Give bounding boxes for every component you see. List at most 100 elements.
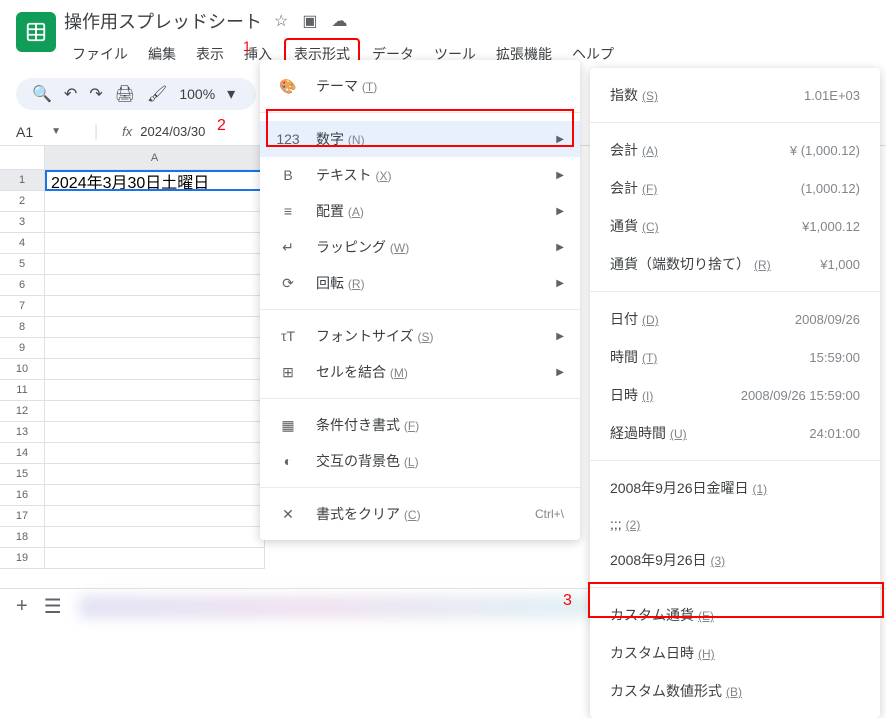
cell[interactable] bbox=[45, 506, 265, 527]
menu-item-icon: ⟳ bbox=[276, 275, 300, 292]
add-sheet-icon[interactable]: + bbox=[16, 595, 28, 618]
submenu-value: 24:01:00 bbox=[809, 426, 860, 441]
cell[interactable] bbox=[45, 338, 265, 359]
formula-value[interactable]: 2024/03/30 bbox=[140, 124, 205, 139]
submenu-item[interactable]: カスタム日時 (H) bbox=[590, 634, 880, 672]
menu-item[interactable]: 123数字 (N)▶ bbox=[260, 121, 580, 157]
row-header[interactable]: 2 bbox=[0, 191, 45, 212]
submenu-item[interactable]: カスタム通貨 (E) bbox=[590, 596, 880, 634]
submenu-item[interactable]: カスタム数値形式 (B) bbox=[590, 672, 880, 710]
submenu-label: 通貨（端数切り捨て） (R) bbox=[610, 254, 771, 274]
menu-item[interactable]: ≡配置 (A)▶ bbox=[260, 193, 580, 229]
cell[interactable] bbox=[45, 254, 265, 275]
row-header[interactable]: 1 bbox=[0, 170, 45, 191]
row-header[interactable]: 7 bbox=[0, 296, 45, 317]
row-header[interactable]: 8 bbox=[0, 317, 45, 338]
redo-icon[interactable]: ↷ bbox=[89, 84, 102, 104]
cell[interactable] bbox=[45, 275, 265, 296]
zoom-dropdown-icon[interactable]: ▾ bbox=[227, 84, 235, 104]
submenu-value: ¥1,000 bbox=[820, 257, 860, 272]
name-box[interactable]: A1 ▼ bbox=[16, 124, 86, 140]
document-title[interactable]: 操作用スプレッドシート bbox=[64, 8, 262, 34]
cell[interactable] bbox=[45, 380, 265, 401]
paint-format-icon[interactable]: 🖌 bbox=[147, 84, 167, 104]
row-header[interactable]: 5 bbox=[0, 254, 45, 275]
cell-a1[interactable]: 2024年3月30日土曜日 bbox=[45, 170, 265, 191]
menu-edit[interactable]: 編集 bbox=[140, 40, 184, 68]
row-header[interactable]: 16 bbox=[0, 485, 45, 506]
submenu-item[interactable]: 会計 (A)¥ (1,000.12) bbox=[590, 131, 880, 169]
submenu-label: 会計 (F) bbox=[610, 178, 657, 198]
submenu-label: 指数 (S) bbox=[610, 85, 658, 105]
menu-item[interactable]: ⟳回転 (R)▶ bbox=[260, 265, 580, 301]
menu-view[interactable]: 表示 bbox=[188, 40, 232, 68]
star-icon[interactable]: ☆ bbox=[274, 11, 288, 31]
row-header[interactable]: 15 bbox=[0, 464, 45, 485]
cell[interactable] bbox=[45, 359, 265, 380]
menu-file[interactable]: ファイル bbox=[64, 40, 136, 68]
cell[interactable] bbox=[45, 296, 265, 317]
row-header[interactable]: 13 bbox=[0, 422, 45, 443]
print-icon[interactable]: 🖨 bbox=[115, 84, 135, 104]
menu-item[interactable]: ↵ラッピング (W)▶ bbox=[260, 229, 580, 265]
menu-item[interactable]: Bテキスト (X)▶ bbox=[260, 157, 580, 193]
row-header[interactable]: 3 bbox=[0, 212, 45, 233]
annotation-3: 3 bbox=[563, 592, 572, 610]
submenu-item[interactable]: 会計 (F)(1,000.12) bbox=[590, 169, 880, 207]
row-header[interactable]: 19 bbox=[0, 548, 45, 569]
submenu-item[interactable]: 通貨（端数切り捨て） (R) ¥1,000 bbox=[590, 245, 880, 283]
col-header-a[interactable]: A bbox=[45, 146, 265, 170]
cell[interactable] bbox=[45, 443, 265, 464]
submenu-item[interactable]: 2008年9月26日金曜日 (1) bbox=[590, 469, 880, 507]
cell[interactable] bbox=[45, 191, 265, 212]
all-sheets-icon[interactable]: ☰ bbox=[44, 594, 62, 619]
cell[interactable] bbox=[45, 317, 265, 338]
cell[interactable] bbox=[45, 548, 265, 569]
row-header[interactable]: 17 bbox=[0, 506, 45, 527]
toolbar: 🔍 ↶ ↷ 🖨 🖌 100% ▾ bbox=[16, 78, 256, 110]
row-header[interactable]: 12 bbox=[0, 401, 45, 422]
cell[interactable] bbox=[45, 422, 265, 443]
row-header[interactable]: 10 bbox=[0, 359, 45, 380]
menu-item[interactable]: ⊞セルを結合 (M)▶ bbox=[260, 354, 580, 390]
submenu-item[interactable]: 時間 (T)15:59:00 bbox=[590, 338, 880, 376]
submenu-item[interactable]: 経過時間 (U)24:01:00 bbox=[590, 414, 880, 452]
namebox-dropdown-icon[interactable]: ▼ bbox=[51, 126, 61, 137]
submenu-item[interactable]: 通貨 (C)¥1,000.12 bbox=[590, 207, 880, 245]
menu-item[interactable]: 🎨テーマ (T) bbox=[260, 68, 580, 104]
submenu-item[interactable]: ;;; (2) bbox=[590, 507, 880, 541]
row-header[interactable]: 9 bbox=[0, 338, 45, 359]
cell[interactable] bbox=[45, 527, 265, 548]
row-header[interactable]: 6 bbox=[0, 275, 45, 296]
menu-item[interactable]: ▦条件付き書式 (F) bbox=[260, 407, 580, 443]
menu-item-icon: 🎨 bbox=[276, 78, 300, 95]
menu-item[interactable]: ✕書式をクリア (C)Ctrl+\ bbox=[260, 496, 580, 532]
menu-item[interactable]: ◐交互の背景色 (L) bbox=[260, 443, 580, 479]
move-icon[interactable]: ▣ bbox=[302, 11, 317, 31]
submenu-item[interactable]: 日時 (I)2008/09/26 15:59:00 bbox=[590, 376, 880, 414]
submenu-item[interactable]: 2008年9月26日 (3) bbox=[590, 541, 880, 579]
submenu-label: 2008年9月26日金曜日 (1) bbox=[610, 478, 767, 498]
select-all-corner[interactable] bbox=[0, 146, 45, 170]
cell[interactable] bbox=[45, 485, 265, 506]
row-header[interactable]: 4 bbox=[0, 233, 45, 254]
search-icon[interactable]: 🔍 bbox=[32, 84, 52, 104]
submenu-item[interactable]: 指数 (S)1.01E+03 bbox=[590, 76, 880, 114]
sheets-app-icon[interactable] bbox=[16, 12, 56, 52]
submenu-arrow-icon: ▶ bbox=[556, 170, 564, 181]
submenu-item[interactable]: 日付 (D)2008/09/26 bbox=[590, 300, 880, 338]
row-header[interactable]: 14 bbox=[0, 443, 45, 464]
menu-item[interactable]: τTフォントサイズ (S)▶ bbox=[260, 318, 580, 354]
cell[interactable] bbox=[45, 464, 265, 485]
submenu-arrow-icon: ▶ bbox=[556, 134, 564, 145]
cell[interactable] bbox=[45, 212, 265, 233]
number-format-submenu: 指数 (S)1.01E+03 会計 (A)¥ (1,000.12)会計 (F)(1… bbox=[590, 68, 880, 718]
undo-icon[interactable]: ↶ bbox=[64, 84, 77, 104]
submenu-value: ¥1,000.12 bbox=[802, 219, 860, 234]
cell[interactable] bbox=[45, 233, 265, 254]
cloud-icon[interactable]: ☁ bbox=[331, 11, 347, 31]
row-header[interactable]: 11 bbox=[0, 380, 45, 401]
zoom-level[interactable]: 100% bbox=[179, 86, 215, 102]
cell[interactable] bbox=[45, 401, 265, 422]
row-header[interactable]: 18 bbox=[0, 527, 45, 548]
